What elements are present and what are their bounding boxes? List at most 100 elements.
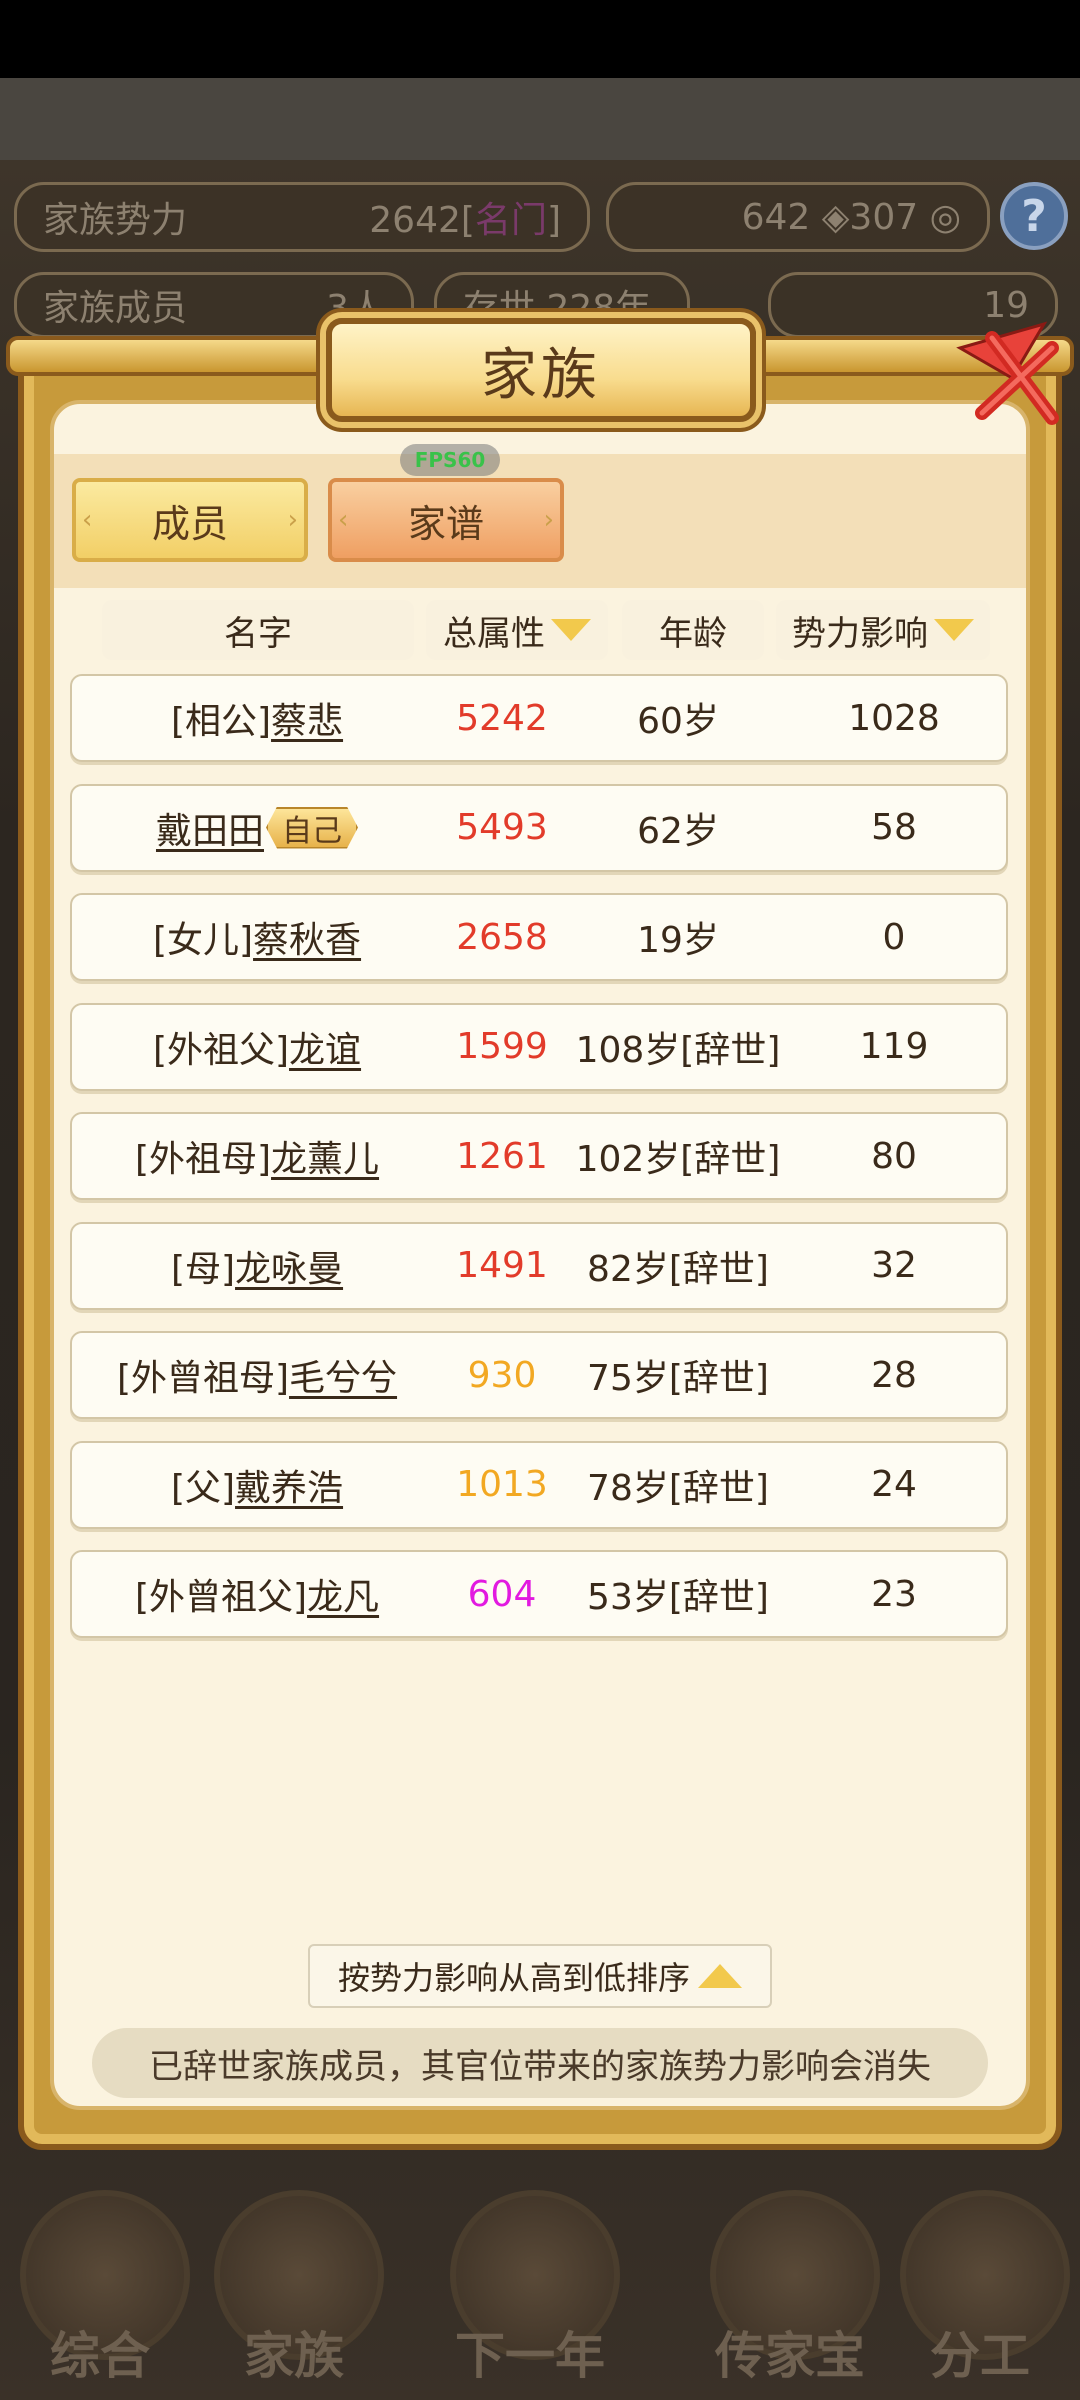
table-row[interactable]: [女儿] 蔡秋香 2658 19岁 0 <box>70 893 1008 981</box>
nav-division[interactable]: 分工 <box>880 2180 1080 2400</box>
bottom-nav: 综合 家族 下一年 传家宝 分工 <box>0 2180 1080 2400</box>
age-value: 108岁[辞世] <box>575 1029 781 1071</box>
chevron-right-icon: › <box>287 505 298 535</box>
members-label: 家族成员 <box>43 288 188 329</box>
influence-value: 23 <box>871 1573 917 1615</box>
total-attribute-value: 930 <box>467 1354 537 1396</box>
resource-values: 642 ◈307 ◎ <box>741 196 961 238</box>
relation-prefix: [女儿] <box>152 920 254 961</box>
influence-value: 1028 <box>848 697 940 739</box>
dialog-title: 家族 <box>326 318 756 422</box>
age-value: 102岁[辞世] <box>575 1139 781 1180</box>
sort-down-icon <box>934 619 974 641</box>
age-value: 60岁 <box>637 701 719 742</box>
influence-value: 24 <box>871 1464 917 1505</box>
member-name-link[interactable]: 龙谊 <box>289 1021 361 1073</box>
total-attribute-value: 1599 <box>456 1026 548 1067</box>
member-name-link[interactable]: 蔡秋香 <box>253 911 361 963</box>
member-name-link[interactable]: 龙咏曼 <box>235 1240 343 1292</box>
relation-prefix: [相公] <box>170 701 272 742</box>
member-name-link[interactable]: 戴养浩 <box>235 1459 343 1511</box>
table-row[interactable]: [母] 龙咏曼 1491 82岁[辞世] 32 <box>70 1221 1008 1310</box>
self-badge: 自己 <box>266 806 358 849</box>
member-name-cell: [父] 戴养浩 <box>72 1443 442 1527</box>
member-name-cell: 戴田田 自己 <box>72 786 442 870</box>
nav-label: 综合 <box>50 2327 150 2385</box>
total-attribute-value: 604 <box>467 1573 537 1615</box>
age-value: 82岁[辞世] <box>587 1248 769 1290</box>
close-icon[interactable] <box>952 318 1062 428</box>
total-attribute-value: 1491 <box>456 1245 548 1286</box>
relation-prefix: [父] <box>170 1467 236 1509</box>
column-header-name: 名字 <box>102 600 414 660</box>
influence-value: 0 <box>882 916 906 958</box>
relation-prefix: [外曾祖父] <box>134 1577 308 1618</box>
age-value: 75岁[辞世] <box>587 1358 769 1399</box>
chevron-right-icon: › <box>543 505 554 535</box>
total-attribute-value: 5493 <box>456 807 548 848</box>
age-value: 78岁[辞世] <box>587 1467 769 1509</box>
total-attribute-value: 2658 <box>456 916 548 958</box>
fps-counter: FPS60 <box>400 444 500 476</box>
notice-text: 已辞世家族成员，其官位带来的家族势力影响会消失 <box>92 2028 988 2098</box>
member-name-link[interactable]: 戴田田 <box>156 802 264 854</box>
influence-value: 80 <box>871 1135 917 1177</box>
nav-label: 分工 <box>930 2327 1030 2385</box>
member-name-cell: [外祖母] 龙薰儿 <box>72 1114 442 1198</box>
total-attribute-value: 1013 <box>456 1464 548 1505</box>
status-bar <box>0 0 1080 78</box>
table-row[interactable]: 戴田田 自己 5493 62岁 58 <box>70 783 1008 872</box>
table-row[interactable]: [父] 戴养浩 1013 78岁[辞世] 24 <box>70 1440 1008 1529</box>
top-bar <box>0 78 1080 160</box>
member-name-link[interactable]: 毛兮兮 <box>289 1349 397 1401</box>
column-header-influence[interactable]: 势力影响 <box>776 600 990 660</box>
relation-prefix: [母] <box>170 1248 236 1290</box>
member-name-cell: [女儿] 蔡秋香 <box>72 895 442 979</box>
sort-order-button[interactable]: 按势力影响从高到低排序 <box>308 1944 772 2008</box>
resource-bar: 642 ◈307 ◎ <box>606 182 990 252</box>
family-power-value: 2642[名门] <box>369 200 561 241</box>
tab-genealogy[interactable]: ‹ 家谱 › <box>328 478 564 562</box>
sort-down-icon <box>551 619 591 641</box>
member-name-cell: [外曾祖父] 龙凡 <box>72 1552 442 1636</box>
table-row[interactable]: [外祖父] 龙谊 1599 108岁[辞世] 119 <box>70 1002 1008 1091</box>
nav-general[interactable]: 综合 <box>0 2180 200 2400</box>
nav-label: 下一年 <box>455 2327 605 2385</box>
nav-heirloom[interactable]: 传家宝 <box>690 2180 890 2400</box>
sort-label: 按势力影响从高到低排序 <box>337 1959 690 1997</box>
column-header-age: 年龄 <box>622 600 764 660</box>
tab-label: 成员 <box>151 501 228 546</box>
age-value: 53岁[辞世] <box>587 1577 769 1618</box>
chevron-left-icon: ‹ <box>338 505 349 535</box>
column-header-total[interactable]: 总属性 <box>426 600 608 660</box>
chevron-left-icon: ‹ <box>82 505 93 535</box>
table-row[interactable]: [外曾祖母] 毛兮兮 930 75岁[辞世] 28 <box>70 1331 1008 1419</box>
member-name-cell: [母] 龙咏曼 <box>72 1224 442 1308</box>
member-name-link[interactable]: 龙凡 <box>307 1568 379 1620</box>
influence-value: 58 <box>871 807 917 848</box>
total-attribute-value: 5242 <box>456 697 548 739</box>
member-name-link[interactable]: 蔡悲 <box>271 692 343 744</box>
member-name-cell: [外曾祖母] 毛兮兮 <box>72 1333 442 1417</box>
family-power-label: 家族势力 <box>43 200 188 241</box>
relation-prefix: [外曾祖母] <box>116 1358 290 1399</box>
nav-next-year[interactable]: 下一年 <box>430 2180 630 2400</box>
member-name-cell: [相公] 蔡悲 <box>72 676 442 760</box>
sort-up-icon <box>698 1964 742 1988</box>
influence-value: 119 <box>859 1026 929 1067</box>
table-row[interactable]: [外祖母] 龙薰儿 1261 102岁[辞世] 80 <box>70 1112 1008 1200</box>
tab-members[interactable]: ‹ 成员 › <box>72 478 308 562</box>
age-value: 62岁 <box>637 810 719 852</box>
nav-family[interactable]: 家族 <box>194 2180 394 2400</box>
influence-value: 32 <box>871 1245 917 1286</box>
age-value: 19岁 <box>637 920 719 961</box>
family-power-bar: 家族势力 2642[名门] <box>14 182 590 252</box>
member-name-link[interactable]: 龙薰儿 <box>271 1130 379 1182</box>
table-row[interactable]: [相公] 蔡悲 5242 60岁 1028 <box>70 674 1008 762</box>
nav-label: 家族 <box>244 2327 344 2385</box>
member-name-cell: [外祖父] 龙谊 <box>72 1005 442 1089</box>
tab-label: 家谱 <box>407 501 484 546</box>
table-row[interactable]: [外曾祖父] 龙凡 604 53岁[辞世] 23 <box>70 1550 1008 1638</box>
relation-prefix: [外祖父] <box>152 1029 290 1071</box>
help-icon[interactable]: ? <box>1000 182 1068 250</box>
